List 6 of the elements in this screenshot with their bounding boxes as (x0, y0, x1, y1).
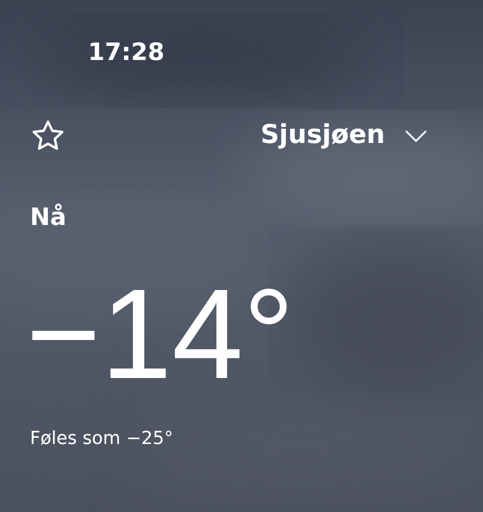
location-dropdown[interactable]: Sjusjøen (260, 116, 427, 155)
now-label: Nå (30, 203, 66, 231)
feels-like-text: Føles som −25° (30, 428, 174, 449)
chevron-down-icon (405, 130, 427, 142)
temperature: −14° (26, 271, 296, 399)
status-time: 17:28 (88, 38, 164, 66)
